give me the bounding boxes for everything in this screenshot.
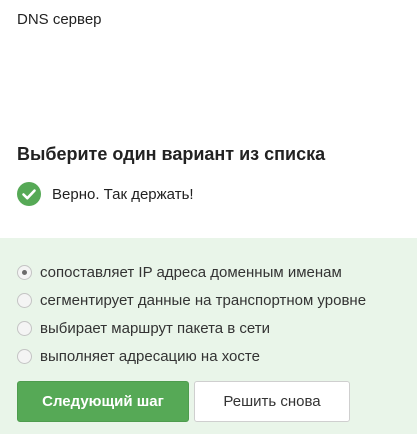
radio-button[interactable] [17, 264, 32, 280]
option-label: сопоставляет IP адреса доменным именам [40, 263, 342, 281]
feedback-text: Верно. Так держать! [52, 185, 194, 203]
answer-panel: сопоставляет IP адреса доменным именам с… [0, 238, 417, 434]
option-label: выполняет адресацию на хосте [40, 347, 260, 365]
options-list: сопоставляет IP адреса доменным именам с… [17, 258, 366, 370]
option-item[interactable]: сегментирует данные на транспортном уров… [17, 286, 366, 314]
check-circle-icon [17, 182, 41, 206]
option-item[interactable]: выполняет адресацию на хосте [17, 342, 366, 370]
retry-button[interactable]: Решить снова [194, 381, 350, 422]
option-item[interactable]: выбирает маршрут пакета в сети [17, 314, 366, 342]
task-heading: Выберите один вариант из списка [17, 144, 326, 164]
question-text: DNS сервер [17, 11, 102, 28]
feedback-message: Верно. Так держать! [17, 182, 194, 206]
radio-button[interactable] [17, 292, 32, 308]
next-step-button[interactable]: Следующий шаг [17, 381, 189, 422]
option-label: выбирает маршрут пакета в сети [40, 319, 271, 337]
option-label: сегментирует данные на транспортном уров… [40, 291, 367, 309]
step-page: DNS сервер Выберите один вариант из спис… [0, 0, 417, 434]
radio-button[interactable] [17, 320, 32, 336]
radio-button[interactable] [17, 348, 32, 364]
option-item[interactable]: сопоставляет IP адреса доменным именам [17, 258, 366, 286]
